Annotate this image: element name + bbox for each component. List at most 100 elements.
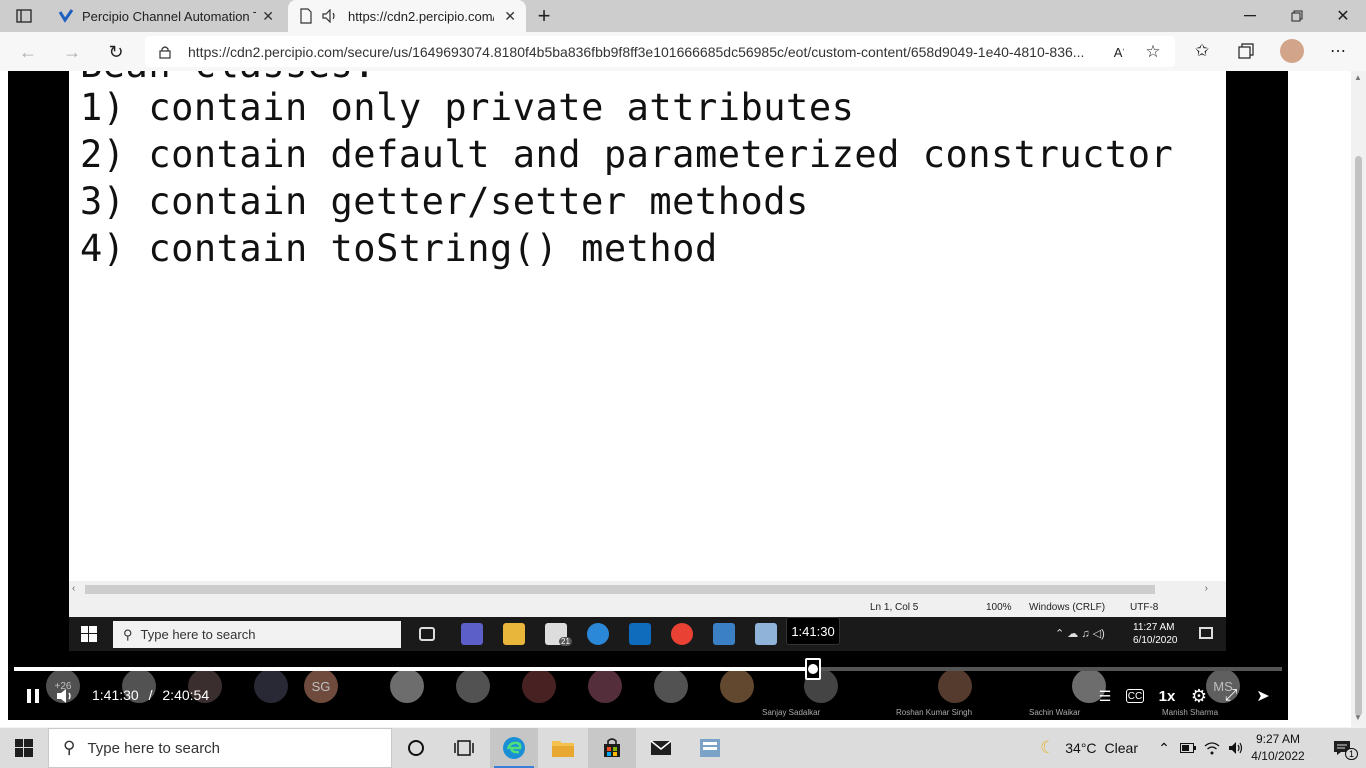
weather-widget[interactable]: ☾ 34°C Clear <box>1040 728 1138 768</box>
zoom-level: 100% <box>986 602 1012 613</box>
teams-icon <box>461 623 483 645</box>
seek-handle[interactable] <box>805 658 821 680</box>
transcript-icon[interactable]: ☰ <box>1094 685 1116 707</box>
search-placeholder: Type here to search <box>87 739 221 757</box>
scrollbar-thumb[interactable] <box>1355 156 1362 716</box>
video-player[interactable]: Bean classes: 1) contain only private at… <box>8 71 1288 720</box>
share-icon[interactable]: ➤ <box>1252 685 1274 707</box>
participant-avatar <box>938 669 972 703</box>
cursor-position: Ln 1, Col 5 <box>870 602 919 613</box>
notification-center-icon[interactable]: 1 <box>1318 728 1366 768</box>
participant-name: Sanjay Sadalkar <box>762 708 821 717</box>
notepad-status-bar: Ln 1, Col 5 100% Windows (CRLF) UTF-8 <box>69 598 1226 617</box>
close-window-icon[interactable]: ✕ <box>1333 6 1353 26</box>
read-aloud-icon[interactable]: Aʼ <box>1109 42 1129 62</box>
file-explorer-taskbar-icon[interactable] <box>539 728 587 768</box>
settings-gear-icon[interactable]: ⚙ <box>1188 685 1210 707</box>
notepad-horizontal-scrollbar: ‹ › <box>69 581 1226 598</box>
participant-avatar <box>456 669 490 703</box>
current-time: 1:41:30 <box>92 687 139 703</box>
taskbar-clock[interactable]: 9:27 AM 4/10/2022 <box>1248 731 1308 765</box>
profile-avatar[interactable] <box>1280 39 1304 63</box>
start-button[interactable] <box>0 728 48 768</box>
close-tab-icon[interactable]: ✕ <box>262 8 274 25</box>
participant-avatar <box>588 669 622 703</box>
edge-taskbar-icon[interactable] <box>490 728 538 768</box>
restore-icon[interactable] <box>1287 8 1307 24</box>
pause-button[interactable] <box>22 685 44 707</box>
file-explorer-icon <box>503 623 525 645</box>
tab-actions-icon[interactable] <box>14 8 34 24</box>
participant-avatar <box>522 669 556 703</box>
mail-badge: 21 <box>559 637 572 646</box>
participant-avatar <box>654 669 688 703</box>
taskbar-search-box[interactable]: ⚲ Type here to search <box>48 728 392 768</box>
weather-condition: Clear <box>1104 740 1138 756</box>
time-separator: / <box>148 687 153 703</box>
duration: 2:40:54 <box>162 687 210 703</box>
clock-time: 9:27 AM <box>1255 732 1301 746</box>
wifi-icon[interactable] <box>1200 728 1224 768</box>
participant-avatar <box>390 669 424 703</box>
recorded-time: 11:27 AM <box>1133 622 1175 633</box>
line-ending: Windows (CRLF) <box>1029 602 1106 613</box>
tab-cdn-percipio[interactable]: https://cdn2.percipio.com/s ✕ <box>288 0 526 32</box>
playback-speed-button[interactable]: 1x <box>1156 685 1178 707</box>
code-line: 2) contain default and parameterized con… <box>80 133 1174 176</box>
participant-avatar <box>720 669 754 703</box>
mail-taskbar-icon[interactable] <box>637 728 685 768</box>
app-icon <box>713 623 735 645</box>
task-view-icon <box>419 627 435 641</box>
add-favorite-icon[interactable]: ☆ <box>1143 42 1163 62</box>
weather-temp: 34°C <box>1065 740 1097 756</box>
forward-icon[interactable]: → <box>62 42 82 62</box>
more-menu-icon[interactable]: ⋯ <box>1328 41 1348 61</box>
back-icon[interactable]: ← <box>18 42 38 62</box>
battery-icon[interactable] <box>1176 728 1200 768</box>
fullscreen-icon[interactable]: ⤢ <box>1220 685 1242 707</box>
captions-button[interactable]: CC <box>1126 689 1144 703</box>
tab-percipio[interactable]: Percipio Channel Automation Tes ✕ <box>48 0 284 32</box>
internet-explorer-icon <box>587 623 609 645</box>
recorded-start-icon <box>81 626 97 647</box>
seek-bar-played <box>14 667 813 671</box>
encoding: UTF-8 <box>1130 602 1159 613</box>
outlook-icon <box>629 623 651 645</box>
volume-icon[interactable] <box>54 685 76 707</box>
new-tab-icon[interactable]: + <box>534 3 554 28</box>
volume-taskbar-icon[interactable] <box>1224 728 1248 768</box>
moon-icon: ☾ <box>1040 738 1056 757</box>
video-frame-notepad: Bean classes: 1) contain only private at… <box>69 71 1226 615</box>
collections-icon[interactable] <box>1236 41 1256 61</box>
task-view-icon[interactable] <box>440 728 488 768</box>
address-bar[interactable]: https://cdn2.percipio.com/secure/us/1649… <box>145 36 1175 67</box>
cortana-icon[interactable] <box>392 728 440 768</box>
refresh-icon[interactable]: ↻ <box>106 42 126 62</box>
page-favicon-icon <box>298 8 314 24</box>
page-scrollbar[interactable]: ▲ ▼ <box>1351 71 1366 727</box>
recorded-search-box: ⚲ Type here to search <box>113 621 401 648</box>
minimize-icon[interactable] <box>1240 8 1260 24</box>
recorded-clock: 11:27 AM 6/10/2020 <box>1133 621 1178 647</box>
favorites-icon[interactable]: ✩ <box>1192 41 1212 61</box>
code-line-partial: Bean classes: <box>80 71 376 86</box>
scroll-down-icon[interactable]: ▼ <box>1354 713 1362 722</box>
recorded-taskbar: ⚲ Type here to search 21 ⌃ ☁ ♫ ◁) 11:27 … <box>69 617 1226 651</box>
show-hidden-icons[interactable]: ⌃ <box>1152 728 1176 768</box>
tab-title: https://cdn2.percipio.com/s <box>348 8 494 24</box>
lock-icon[interactable] <box>158 44 172 60</box>
scroll-up-icon[interactable]: ▲ <box>1354 73 1362 82</box>
speaker-icon[interactable] <box>322 8 338 24</box>
store-taskbar-icon[interactable] <box>588 728 636 768</box>
seek-bar[interactable] <box>14 658 1282 680</box>
code-line: 1) contain only private attributes <box>80 86 855 129</box>
browser-toolbar: ← → ↻ https://cdn2.percipio.com/secure/u… <box>0 32 1366 71</box>
page-content: Bean classes: 1) contain only private at… <box>0 71 1366 727</box>
close-tab-icon[interactable]: ✕ <box>504 8 516 25</box>
recorded-notification-icon <box>1199 627 1213 639</box>
seek-time-tooltip: 1:41:30 <box>786 617 840 645</box>
participant-avatar: SG <box>304 669 338 703</box>
app-taskbar-icon[interactable] <box>686 728 734 768</box>
recorded-search-placeholder: Type here to search <box>140 627 256 642</box>
windows-logo-icon <box>15 739 33 757</box>
